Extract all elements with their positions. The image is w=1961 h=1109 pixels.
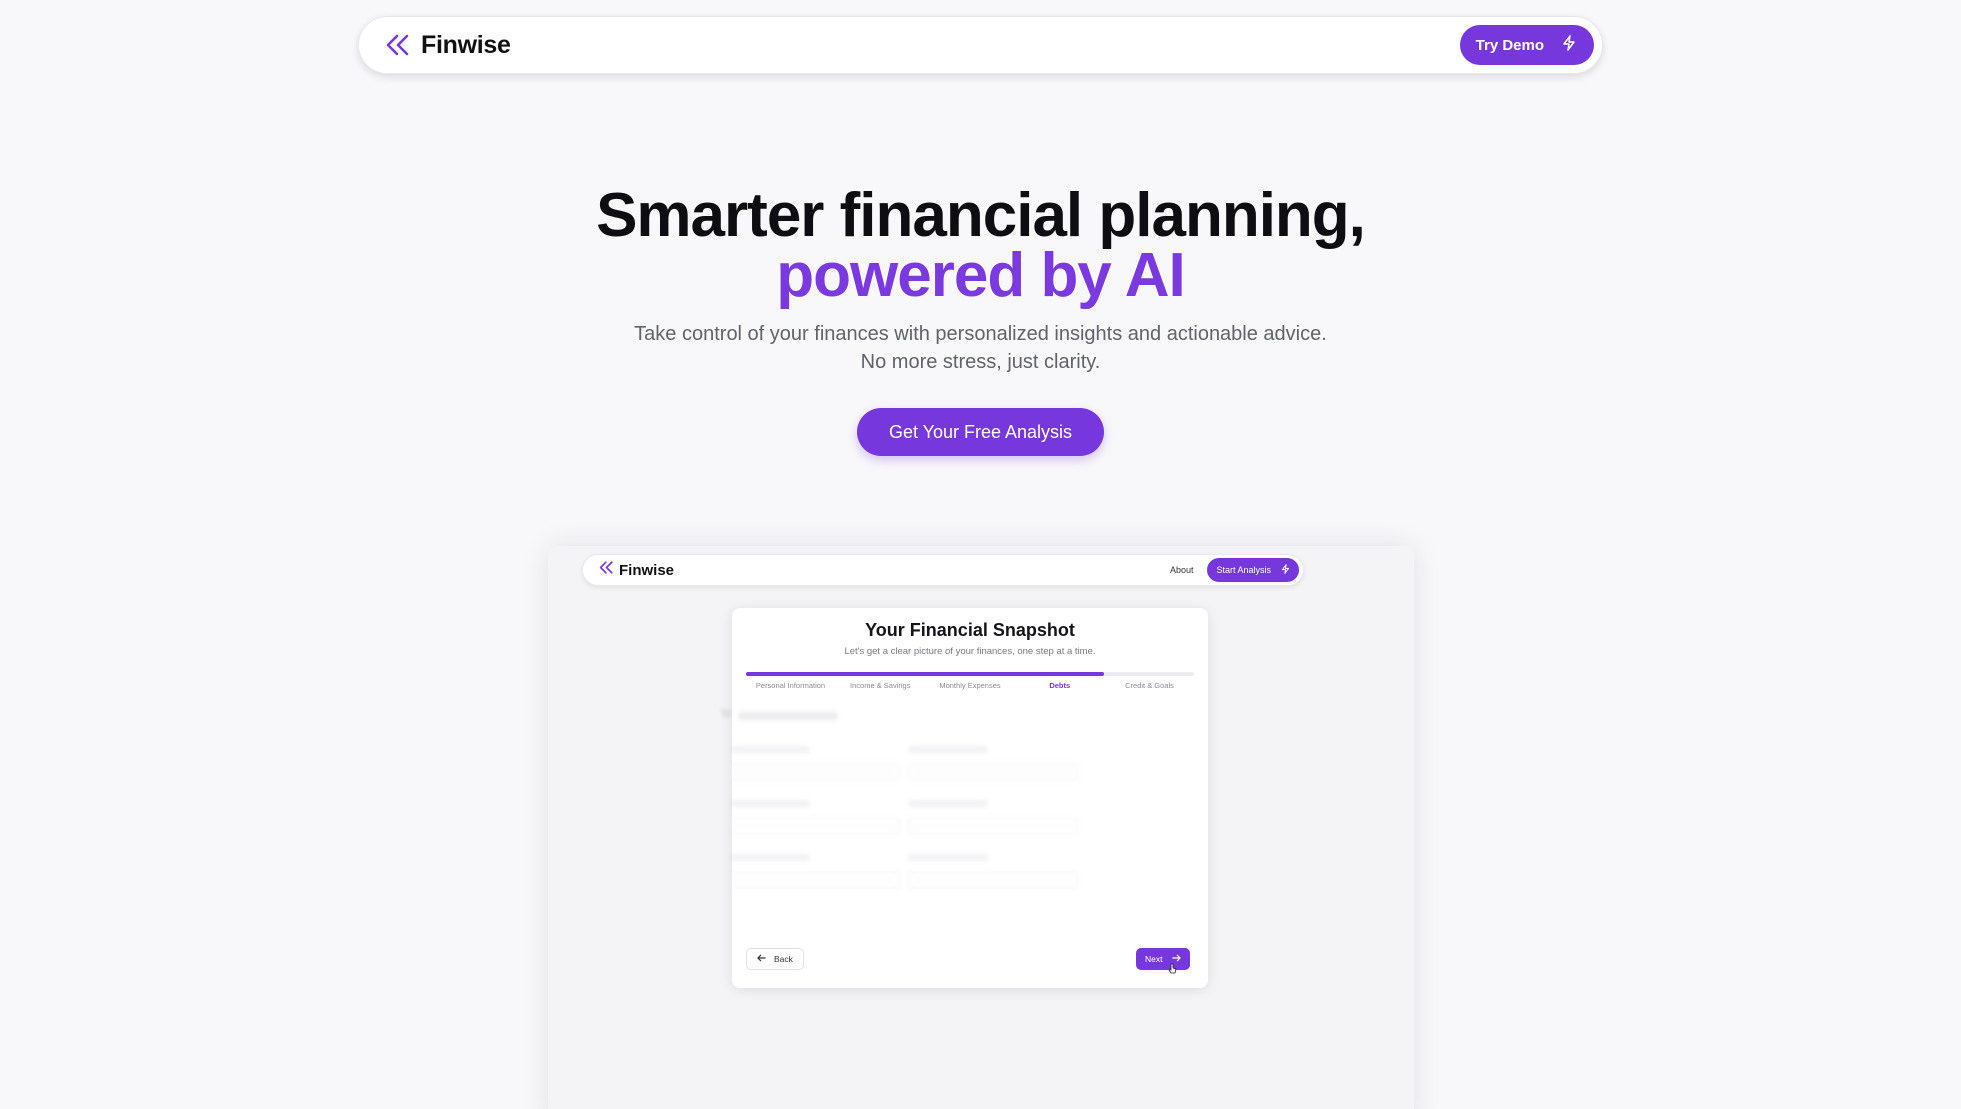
sparkle-icon xyxy=(1281,564,1290,576)
step-list: Personal Information Income & Savings Mo… xyxy=(746,681,1194,690)
preview-nav-actions: About Start Analysis xyxy=(1170,558,1299,582)
top-navbar: Finwise Try Demo xyxy=(358,16,1603,74)
hero-headline: Smarter financial planning, powered by A… xyxy=(0,185,1961,310)
try-demo-button[interactable]: Try Demo xyxy=(1459,25,1594,65)
blurred-section-heading xyxy=(720,708,838,723)
blurred-field xyxy=(730,800,900,842)
step-income-savings[interactable]: Income & Savings xyxy=(836,681,925,690)
headline-line2: powered by AI xyxy=(776,241,1185,310)
blurred-field xyxy=(908,800,1078,842)
double-chevron-left-icon xyxy=(385,32,411,58)
pointer-cursor-icon xyxy=(1168,962,1178,974)
arrow-left-icon xyxy=(757,954,766,964)
start-analysis-button[interactable]: Start Analysis xyxy=(1207,558,1299,582)
try-demo-label: Try Demo xyxy=(1475,36,1544,54)
next-label: Next xyxy=(1145,954,1163,964)
preview-brand-name: Finwise xyxy=(619,561,675,579)
preview-brand[interactable]: Finwise xyxy=(599,561,674,579)
blurred-field xyxy=(908,746,1078,788)
progress-fill xyxy=(746,672,1105,676)
progress-bar xyxy=(746,672,1194,676)
step-personal-information[interactable]: Personal Information xyxy=(746,681,835,690)
app-preview: Finwise About Start Analysis Your Financ… xyxy=(548,546,1414,1109)
card-title: Your Financial Snapshot xyxy=(865,620,1075,640)
blurred-field xyxy=(730,854,900,896)
step-debts[interactable]: Debts xyxy=(1015,681,1104,690)
preview-navbar: Finwise About Start Analysis xyxy=(582,554,1304,586)
preview-about-link[interactable]: About xyxy=(1170,565,1194,575)
next-button[interactable]: Next xyxy=(1136,948,1191,970)
step-monthly-expenses[interactable]: Monthly Expenses xyxy=(926,681,1015,690)
back-button[interactable]: Back xyxy=(746,948,804,970)
lightning-icon xyxy=(1562,35,1576,55)
hero-subtext: Take control of your finances with perso… xyxy=(634,323,1327,373)
double-chevron-left-icon xyxy=(599,561,614,579)
headline-line1: Smarter financial planning, xyxy=(596,181,1366,250)
landing-page: Finwise Try Demo Smarter financial plann… xyxy=(0,0,1961,1109)
brand-name: Finwise xyxy=(421,30,511,59)
blurred-field xyxy=(730,746,900,788)
financial-snapshot-card: Your Financial Snapshot Let's get a clea… xyxy=(721,608,1208,988)
hero-section: Smarter financial planning, powered by A… xyxy=(0,185,1961,456)
blurred-field xyxy=(908,854,1078,896)
step-credit-goals[interactable]: Credit & Goals xyxy=(1105,681,1194,690)
start-analysis-label: Start Analysis xyxy=(1216,565,1271,575)
card-subtitle: Let's get a clear picture of your financ… xyxy=(844,646,1096,657)
free-analysis-button[interactable]: Get Your Free Analysis xyxy=(856,408,1105,456)
back-label: Back xyxy=(774,954,793,964)
cart-icon xyxy=(720,708,732,723)
brand[interactable]: Finwise xyxy=(385,31,511,60)
